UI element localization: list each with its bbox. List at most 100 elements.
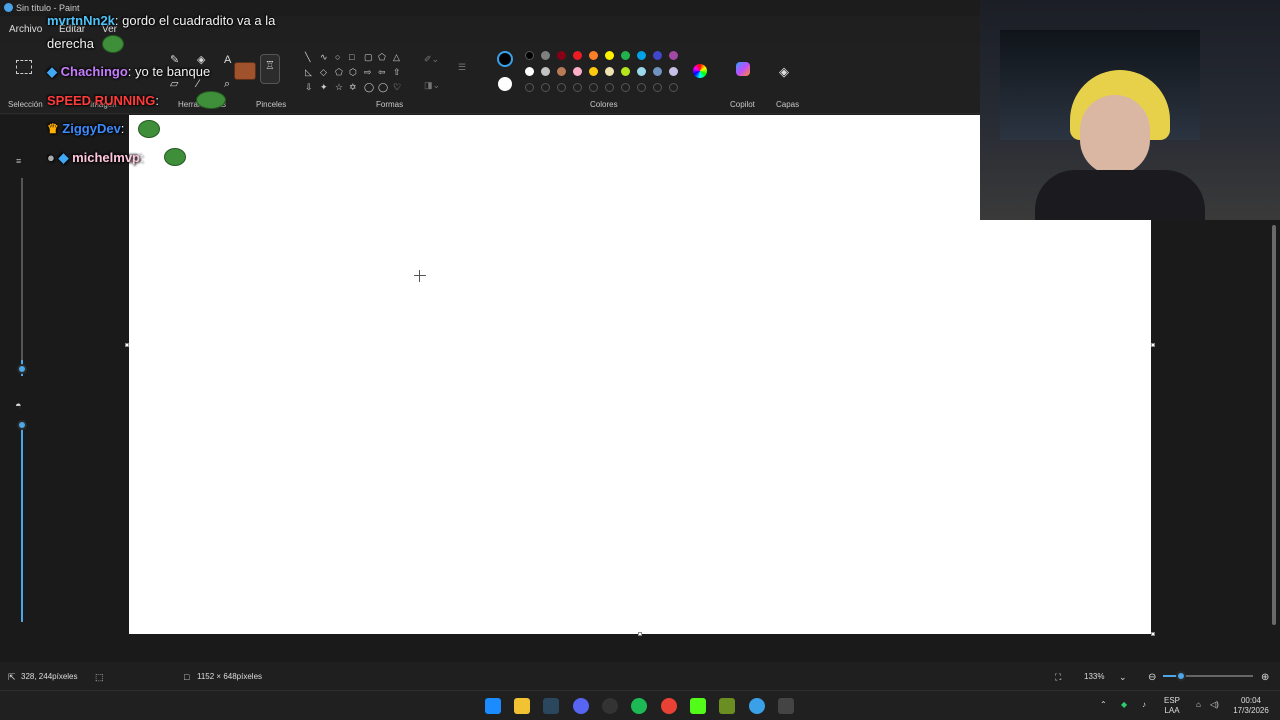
color-swatch[interactable] xyxy=(541,51,550,60)
size-slider-knob[interactable] xyxy=(17,364,27,374)
face-emote-icon xyxy=(234,62,256,80)
badge-icon: ◆ xyxy=(47,64,61,79)
arrow-left-shape-icon[interactable]: ⇦ xyxy=(378,67,386,77)
arrow-up-shape-icon[interactable]: ⇧ xyxy=(393,67,401,77)
custom-color-slot[interactable] xyxy=(573,83,582,92)
color-swatch[interactable] xyxy=(621,51,630,60)
tray-overflow-icon[interactable]: ⌃ xyxy=(1100,700,1107,710)
six-point-star-shape-icon[interactable]: ✡ xyxy=(349,82,357,92)
calculator-icon[interactable] xyxy=(778,698,794,714)
microphone-icon[interactable]: ♪ xyxy=(1142,700,1146,710)
color-swatch[interactable] xyxy=(589,51,598,60)
taskbar: ⌃ ◆ ♪ ESP LAA ⌂ ◁) 00:04 17/3/2026 xyxy=(0,690,1280,720)
crosshair-cursor-icon xyxy=(414,270,426,282)
zoom-slider-knob[interactable] xyxy=(1176,671,1186,681)
copilot-icon[interactable] xyxy=(736,62,750,76)
color-swatch[interactable] xyxy=(637,51,646,60)
minecraft-icon[interactable] xyxy=(719,698,735,714)
zoom-out-icon[interactable]: ⊖ xyxy=(1148,672,1156,683)
color-swatch[interactable] xyxy=(557,67,566,76)
resize-handle-bottom[interactable] xyxy=(638,632,642,636)
language-indicator[interactable]: ESP LAA xyxy=(1162,696,1182,716)
primary-color-swatch[interactable] xyxy=(497,51,513,67)
cloud-callout-shape-icon[interactable]: ◯ xyxy=(378,82,388,92)
opacity-slider-fill xyxy=(21,422,23,622)
selection-group-label: Selección xyxy=(8,100,43,109)
zoom-level[interactable]: 133% xyxy=(1084,672,1104,681)
rectangle-shape-icon[interactable]: □ xyxy=(349,52,354,62)
edit-colors-icon[interactable] xyxy=(693,64,707,78)
zoom-dropdown-icon[interactable]: ⌄ xyxy=(1119,672,1127,683)
layers-icon[interactable]: ◈ xyxy=(779,64,789,80)
paint-taskbar-icon[interactable] xyxy=(749,698,765,714)
color-swatch[interactable] xyxy=(605,67,614,76)
color-swatch[interactable] xyxy=(653,67,662,76)
windows-start-icon[interactable] xyxy=(485,698,501,714)
resize-handle-left[interactable] xyxy=(125,343,129,347)
size-dropdown-icon[interactable]: ☰ xyxy=(458,62,466,72)
custom-color-slot[interactable] xyxy=(637,83,646,92)
clock[interactable]: 00:04 17/3/2026 xyxy=(1226,696,1276,716)
chat-message-3: SPEED RUNNING: xyxy=(47,93,159,108)
network-icon[interactable]: ⌂ xyxy=(1196,700,1201,710)
color-swatch[interactable] xyxy=(669,67,678,76)
opacity-icon: ◓ xyxy=(15,400,22,412)
color-swatch[interactable] xyxy=(557,51,566,60)
security-icon[interactable]: ◆ xyxy=(1121,700,1127,710)
zoom-in-icon[interactable]: ⊕ xyxy=(1261,672,1269,683)
chat-text: : xyxy=(140,150,144,165)
custom-color-slot[interactable] xyxy=(669,83,678,92)
color-swatch[interactable] xyxy=(573,67,582,76)
secondary-color-swatch[interactable] xyxy=(498,77,512,91)
menu-file[interactable]: Archivo xyxy=(9,24,42,35)
resize-handle-right[interactable] xyxy=(1151,343,1155,347)
custom-color-slot[interactable] xyxy=(621,83,630,92)
volume-icon[interactable]: ◁) xyxy=(1210,700,1219,710)
discord-icon[interactable] xyxy=(573,698,589,714)
custom-color-slot[interactable] xyxy=(525,83,534,92)
color-swatch[interactable] xyxy=(621,67,630,76)
custom-color-slot[interactable] xyxy=(589,83,598,92)
copilot-label: Copilot xyxy=(730,100,755,109)
resize-handle-corner[interactable] xyxy=(1151,632,1155,636)
custom-color-slot[interactable] xyxy=(541,83,550,92)
color-swatch[interactable] xyxy=(573,51,582,60)
custom-color-slot[interactable] xyxy=(653,83,662,92)
selection-tool-button[interactable] xyxy=(16,60,32,74)
hexagon-shape-icon[interactable]: ⬡ xyxy=(349,67,357,77)
color-swatch[interactable] xyxy=(525,67,534,76)
paint-app-icon xyxy=(4,3,13,12)
crown-badge-icon: ♛ xyxy=(47,121,63,136)
outline-dropdown-icon[interactable]: ✐⌄ xyxy=(424,54,439,64)
spotify-icon[interactable] xyxy=(631,698,647,714)
settings-icon[interactable] xyxy=(602,698,618,714)
callout-shape-icon[interactable]: ◯ xyxy=(364,82,374,92)
polygon-shape-icon[interactable]: ⬠ xyxy=(378,52,386,62)
heart-shape-icon[interactable]: ♡ xyxy=(393,82,401,92)
chat-username: michelmvp xyxy=(72,150,140,165)
custom-color-slot[interactable] xyxy=(557,83,566,92)
kick-icon[interactable] xyxy=(690,698,706,714)
size-slider-track[interactable] xyxy=(21,178,23,368)
chrome-icon[interactable] xyxy=(661,698,677,714)
triangle-shape-icon[interactable]: △ xyxy=(393,52,400,62)
color-swatch[interactable] xyxy=(589,67,598,76)
steam-icon[interactable] xyxy=(543,698,559,714)
badge-icon: ◆ xyxy=(58,150,73,165)
opacity-slider-knob[interactable] xyxy=(17,420,27,430)
color-swatch[interactable] xyxy=(637,67,646,76)
color-swatch[interactable] xyxy=(669,51,678,60)
color-swatch[interactable] xyxy=(541,67,550,76)
vertical-scrollbar[interactable] xyxy=(1272,225,1276,625)
rounded-rectangle-shape-icon[interactable]: ▢ xyxy=(364,52,373,62)
custom-color-slot[interactable] xyxy=(605,83,614,92)
color-swatch[interactable] xyxy=(653,51,662,60)
color-swatch[interactable] xyxy=(605,51,614,60)
canvas-size: 1152 × 648píxeles xyxy=(197,672,263,681)
fit-to-window-icon[interactable]: ⛶ xyxy=(1055,672,1061,683)
arrow-right-shape-icon[interactable]: ⇨ xyxy=(364,67,372,77)
fill-dropdown-icon[interactable]: ◨⌄ xyxy=(424,80,440,90)
color-swatch[interactable] xyxy=(525,51,534,60)
brush-settings-rail: ≡ ◓ xyxy=(12,150,32,630)
file-explorer-icon[interactable] xyxy=(514,698,530,714)
